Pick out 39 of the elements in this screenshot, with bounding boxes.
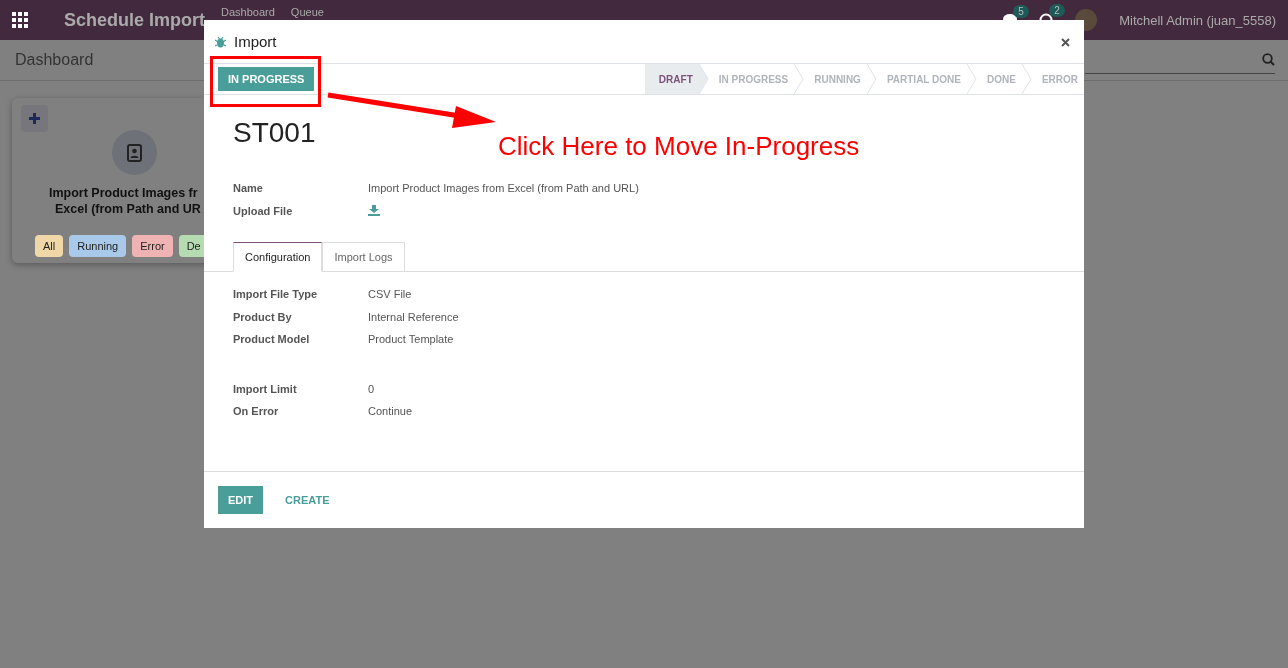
in-progress-button[interactable]: IN PROGRESS (218, 67, 315, 91)
contact-book-icon (126, 143, 143, 162)
create-button[interactable]: CREATE (275, 486, 340, 514)
close-icon (1061, 38, 1070, 47)
filter-tag[interactable]: Error (132, 235, 173, 257)
field-label: Import File Type (233, 288, 319, 301)
field-value: Internal Reference (368, 310, 460, 323)
card-title: Excel (from Path and UR (55, 202, 201, 216)
filter-tag[interactable]: All (35, 235, 64, 257)
breadcrumb: Dashboard (15, 51, 94, 69)
field-value: Continue (368, 405, 414, 418)
search-icon[interactable] (1262, 53, 1275, 66)
annotation-text: Click Here to Move In-Progress (498, 131, 860, 162)
user-name[interactable]: Mitchell Admin (juan_5558) (1119, 12, 1276, 28)
add-button[interactable] (21, 105, 48, 132)
notebook-tab[interactable]: Import Logs (322, 242, 405, 272)
field-value: Import Product Images from Excel (from Path and URL) (368, 182, 640, 195)
card-title: Import Product Images fr (49, 186, 198, 200)
download-icon[interactable] (368, 205, 380, 217)
dialog-title: Import (234, 33, 277, 50)
field-value: Product Template (368, 333, 455, 346)
field-label: Name (233, 182, 264, 195)
notebook-tab[interactable]: Configuration (233, 242, 323, 272)
plus-icon (29, 113, 40, 124)
menu-link[interactable]: Dashboard (221, 6, 275, 18)
count-badge: 2 (1049, 4, 1065, 17)
field-label: Product Model (233, 333, 311, 346)
bug-icon (215, 35, 226, 48)
field-label: Import Limit (233, 382, 298, 395)
apps-menu-icon[interactable] (12, 12, 28, 28)
field-label: On Error (233, 405, 280, 418)
filter-tag[interactable]: Running (69, 235, 127, 257)
edit-button[interactable]: EDIT (218, 486, 264, 514)
field-label: Product By (233, 310, 293, 323)
field-value: 0 (368, 382, 376, 395)
menu-link[interactable]: Queue (290, 6, 324, 18)
app-title: Schedule Import (64, 9, 206, 31)
field-value: CSV File (368, 288, 413, 301)
count-badge: 5 (1013, 5, 1029, 18)
